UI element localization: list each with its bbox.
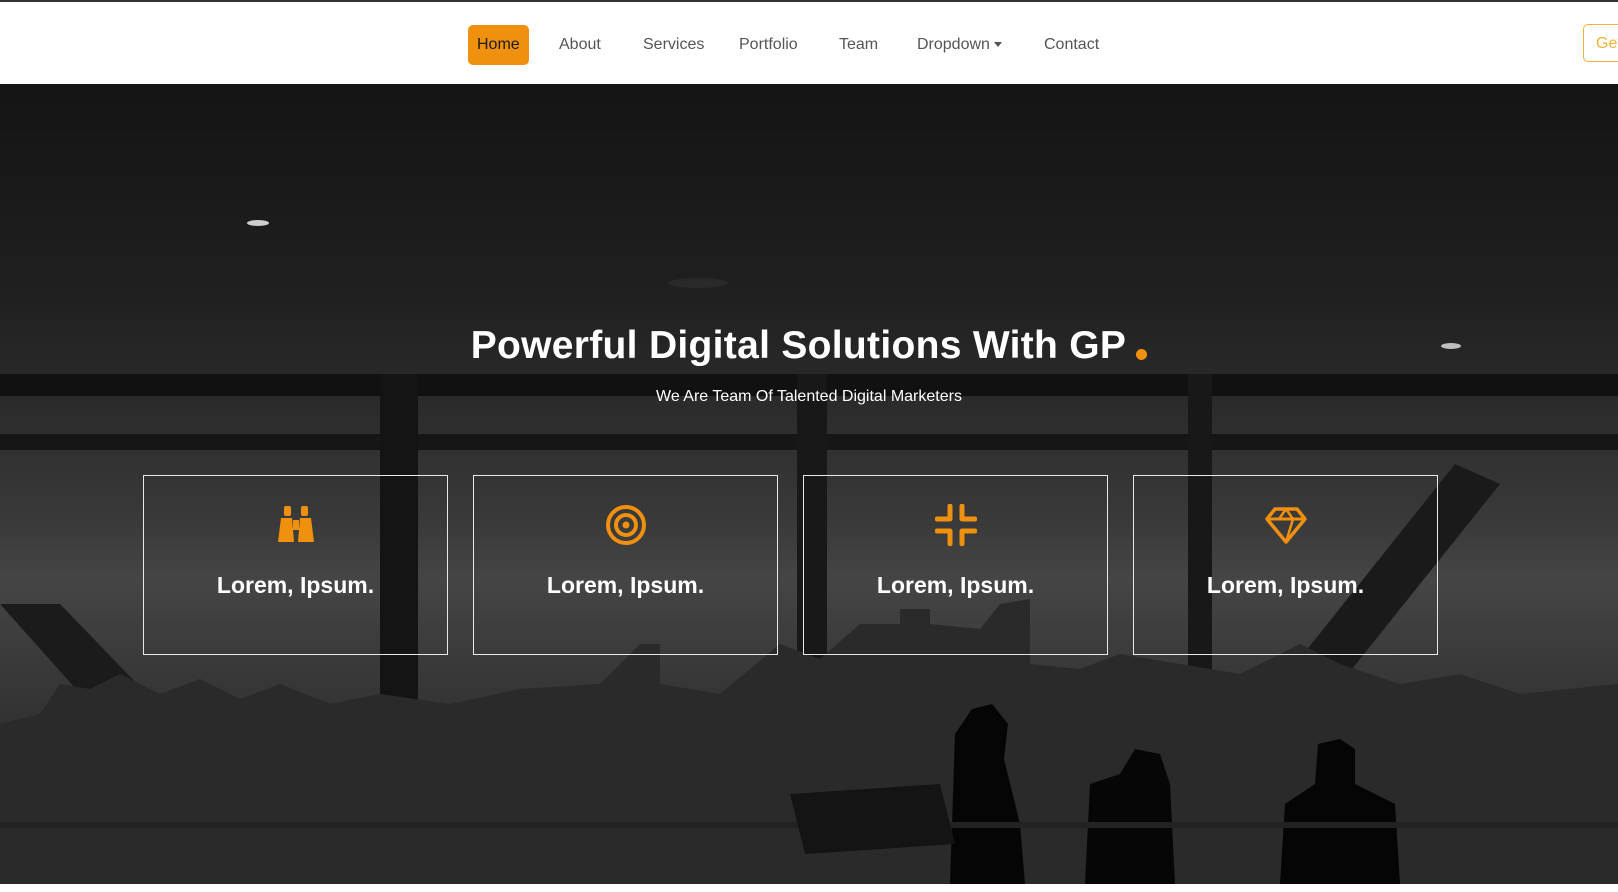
hero-section: Powerful Digital Solutions With GP We Ar…	[0, 84, 1618, 884]
nav-about-link[interactable]: About	[550, 25, 610, 65]
feature-card-title: Lorem, Ipsum.	[876, 572, 1035, 598]
nav-portfolio-link[interactable]: Portfolio	[730, 25, 807, 65]
feature-card-title: Lorem, Ipsum.	[216, 572, 375, 598]
hero-title-text: Powerful Digital Solutions With GP	[470, 324, 1127, 367]
gem-icon	[1265, 507, 1307, 544]
nav-home-link[interactable]: Home	[468, 25, 529, 65]
nav-services-link[interactable]: Services	[634, 25, 713, 65]
nav-dropdown-link[interactable]: Dropdown	[908, 25, 1011, 65]
caret-down-icon	[993, 42, 1002, 48]
page-bottom-strip	[0, 884, 1618, 892]
feature-card[interactable]: Lorem, Ipsum.	[1133, 475, 1438, 655]
get-started-button[interactable]: Get	[1583, 24, 1618, 62]
kiosk-screen	[790, 784, 955, 854]
hero-title: Powerful Digital Solutions With GP	[0, 324, 1618, 368]
feature-card[interactable]: Lorem, Ipsum.	[143, 475, 448, 655]
feature-card-title: Lorem, Ipsum.	[1206, 572, 1365, 598]
nav-contact-link[interactable]: Contact	[1035, 25, 1108, 65]
nav-team-link[interactable]: Team	[830, 25, 887, 65]
feature-card[interactable]: Lorem, Ipsum.	[473, 475, 778, 655]
hero-subtitle: We Are Team Of Talented Digital Marketer…	[656, 388, 962, 405]
ceiling-light	[247, 220, 269, 226]
navbar: Home About Services Portfolio Team Dropd…	[0, 2, 1618, 84]
compress-icon	[935, 504, 977, 546]
target-icon	[606, 505, 646, 545]
feature-card[interactable]: Lorem, Ipsum.	[803, 475, 1108, 655]
binoculars-icon	[278, 506, 314, 542]
nav-dropdown-label: Dropdown	[917, 36, 990, 53]
ceiling-fixture	[668, 278, 728, 288]
feature-card-title: Lorem, Ipsum.	[546, 572, 705, 598]
accent-dot	[1136, 349, 1148, 360]
